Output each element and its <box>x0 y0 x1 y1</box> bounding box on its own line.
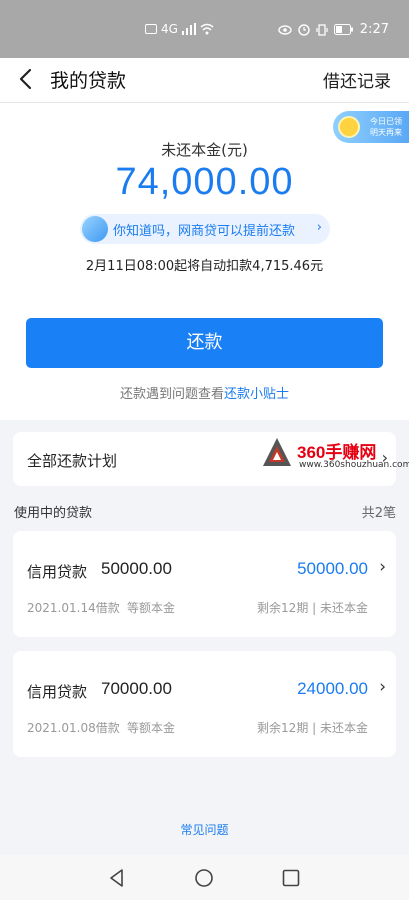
hd-icon <box>145 24 157 34</box>
plan-label: 全部还款计划 <box>27 452 118 470</box>
wifi-icon <box>200 23 214 35</box>
loan-remaining: 24000.00 <box>297 679 368 698</box>
records-link[interactable]: 借还记录 <box>323 67 391 92</box>
alarm-icon <box>298 23 310 36</box>
chevron-right-icon: › <box>379 677 386 697</box>
status-left: 4G <box>145 22 214 36</box>
nav-home-icon[interactable] <box>193 867 215 889</box>
nav-back-icon[interactable] <box>106 867 128 889</box>
back-arrow-icon[interactable] <box>14 66 40 92</box>
nav-recents-icon[interactable] <box>280 867 302 889</box>
loan-date: 2021.01.14借款 <box>27 601 120 615</box>
loan-card[interactable]: 信用贷款 70000.00 24000.00 › 2021.01.08借款 等额… <box>13 651 396 757</box>
eye-icon <box>278 24 292 35</box>
loan-principal: 70000.00 <box>101 679 172 698</box>
network-label: 4G <box>161 22 178 36</box>
tip-mascot-icon <box>82 216 108 242</box>
status-bar: 4G 2:27 <box>0 0 409 58</box>
page-header: 我的贷款 借还记录 <box>0 58 409 103</box>
page-title: 我的贷款 <box>50 70 127 92</box>
loan-summary-panel: 今日已领 明天再来 未还本金(元) 74,000.00 你知道吗，网商贷可以提前… <box>0 103 409 420</box>
remaining-amount: 74,000.00 <box>115 161 294 203</box>
chevron-right-icon: › <box>379 557 386 577</box>
loan-name: 信用贷款 <box>27 683 88 701</box>
active-loans-title: 使用中的贷款 <box>14 506 93 521</box>
prepay-tip[interactable]: 你知道吗，网商贷可以提前还款 › <box>80 214 330 244</box>
loan-name: 信用贷款 <box>27 563 88 581</box>
signal-icon <box>181 23 196 35</box>
battery-icon <box>333 24 353 35</box>
status-right: 2:27 <box>278 22 389 37</box>
promo-text: 今日已领 明天再来 <box>370 117 402 137</box>
loan-date: 2021.01.08借款 <box>27 721 120 735</box>
remaining-label: 未还本金(元) <box>161 141 248 159</box>
active-loans-count: 共2笔 <box>361 506 396 521</box>
watermark: 360手赚网 www.360shouzhuan.com <box>257 434 409 484</box>
watermark-logo-icon <box>263 438 291 466</box>
repay-tips-link[interactable]: 还款小贴士 <box>224 387 289 402</box>
loan-method: 等额本金 <box>127 601 176 615</box>
clock: 2:27 <box>359 22 389 37</box>
system-nav-bar <box>0 855 409 900</box>
watermark-url: www.360shouzhuan.com <box>299 460 409 470</box>
repay-help: 还款遇到问题查看还款小贴士 <box>0 383 409 402</box>
tip-text: 你知道吗，网商贷可以提前还款 <box>113 224 296 239</box>
loan-remaining: 50000.00 <box>297 559 368 578</box>
coin-icon <box>338 116 360 138</box>
faq-link[interactable]: 常见问题 <box>0 821 409 838</box>
chevron-right-icon: › <box>316 220 322 235</box>
vibrate-icon <box>316 23 328 36</box>
loan-terms: 剩余12期 | 未还本金 <box>257 721 368 735</box>
loan-terms: 剩余12期 | 未还本金 <box>257 601 368 615</box>
repay-button[interactable]: 还款 <box>26 318 383 368</box>
help-prefix: 还款遇到问题查看 <box>119 387 224 402</box>
loan-principal: 50000.00 <box>101 559 172 578</box>
loan-card[interactable]: 信用贷款 50000.00 50000.00 › 2021.01.14借款 等额… <box>13 531 396 637</box>
auto-deduct-notice: 2月11日08:00起将自动扣款4,715.46元 <box>85 259 324 274</box>
loan-method: 等额本金 <box>127 721 176 735</box>
